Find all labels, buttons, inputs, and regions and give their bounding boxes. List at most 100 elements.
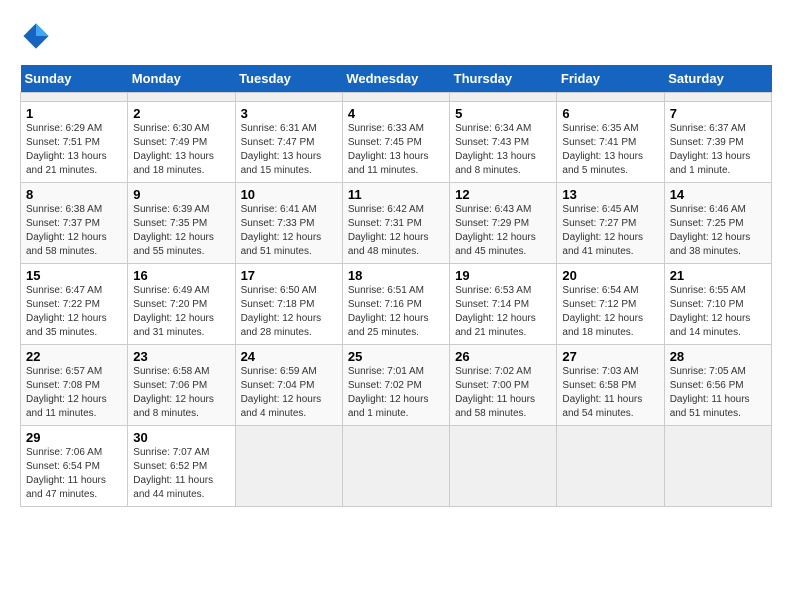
- day-detail: Sunrise: 7:01 AM Sunset: 7:02 PM Dayligh…: [348, 365, 444, 421]
- day-detail: Sunrise: 6:33 AM Sunset: 7:45 PM Dayligh…: [348, 122, 444, 178]
- calendar-cell: 4Sunrise: 6:33 AM Sunset: 7:45 PM Daylig…: [342, 102, 449, 183]
- day-number: 9: [133, 187, 229, 202]
- day-number: 4: [348, 106, 444, 121]
- day-detail: Sunrise: 6:51 AM Sunset: 7:16 PM Dayligh…: [348, 284, 444, 340]
- day-number: 25: [348, 349, 444, 364]
- day-detail: Sunrise: 6:29 AM Sunset: 7:51 PM Dayligh…: [26, 122, 122, 178]
- calendar-cell: [342, 93, 449, 102]
- logo: [20, 28, 50, 55]
- day-number: 8: [26, 187, 122, 202]
- calendar-cell: 20Sunrise: 6:54 AM Sunset: 7:12 PM Dayli…: [557, 264, 664, 345]
- day-number: 20: [562, 268, 658, 283]
- calendar-cell: [235, 426, 342, 507]
- day-detail: Sunrise: 7:06 AM Sunset: 6:54 PM Dayligh…: [26, 446, 122, 502]
- day-number: 14: [670, 187, 766, 202]
- calendar-cell: 30Sunrise: 7:07 AM Sunset: 6:52 PM Dayli…: [128, 426, 235, 507]
- day-detail: Sunrise: 6:45 AM Sunset: 7:27 PM Dayligh…: [562, 203, 658, 259]
- day-number: 19: [455, 268, 551, 283]
- day-number: 13: [562, 187, 658, 202]
- day-detail: Sunrise: 6:39 AM Sunset: 7:35 PM Dayligh…: [133, 203, 229, 259]
- calendar-cell: 22Sunrise: 6:57 AM Sunset: 7:08 PM Dayli…: [21, 345, 128, 426]
- calendar-cell: 2Sunrise: 6:30 AM Sunset: 7:49 PM Daylig…: [128, 102, 235, 183]
- day-number: 21: [670, 268, 766, 283]
- calendar-cell: 3Sunrise: 6:31 AM Sunset: 7:47 PM Daylig…: [235, 102, 342, 183]
- logo-icon: [22, 22, 50, 50]
- day-number: 10: [241, 187, 337, 202]
- day-number: 28: [670, 349, 766, 364]
- day-detail: Sunrise: 6:54 AM Sunset: 7:12 PM Dayligh…: [562, 284, 658, 340]
- calendar-cell: 21Sunrise: 6:55 AM Sunset: 7:10 PM Dayli…: [664, 264, 771, 345]
- calendar-week-row: 15Sunrise: 6:47 AM Sunset: 7:22 PM Dayli…: [21, 264, 772, 345]
- day-detail: Sunrise: 6:34 AM Sunset: 7:43 PM Dayligh…: [455, 122, 551, 178]
- day-detail: Sunrise: 6:57 AM Sunset: 7:08 PM Dayligh…: [26, 365, 122, 421]
- day-number: 6: [562, 106, 658, 121]
- calendar-cell: 7Sunrise: 6:37 AM Sunset: 7:39 PM Daylig…: [664, 102, 771, 183]
- day-detail: Sunrise: 6:38 AM Sunset: 7:37 PM Dayligh…: [26, 203, 122, 259]
- day-number: 18: [348, 268, 444, 283]
- calendar-cell: [664, 426, 771, 507]
- day-number: 22: [26, 349, 122, 364]
- weekday-header: Sunday: [21, 65, 128, 93]
- day-detail: Sunrise: 6:47 AM Sunset: 7:22 PM Dayligh…: [26, 284, 122, 340]
- day-detail: Sunrise: 7:02 AM Sunset: 7:00 PM Dayligh…: [455, 365, 551, 421]
- day-detail: Sunrise: 6:50 AM Sunset: 7:18 PM Dayligh…: [241, 284, 337, 340]
- calendar-cell: [235, 93, 342, 102]
- calendar-cell: [450, 426, 557, 507]
- calendar-cell: 17Sunrise: 6:50 AM Sunset: 7:18 PM Dayli…: [235, 264, 342, 345]
- day-detail: Sunrise: 6:30 AM Sunset: 7:49 PM Dayligh…: [133, 122, 229, 178]
- calendar-cell: 27Sunrise: 7:03 AM Sunset: 6:58 PM Dayli…: [557, 345, 664, 426]
- calendar-table: SundayMondayTuesdayWednesdayThursdayFrid…: [20, 65, 772, 507]
- calendar-cell: 1Sunrise: 6:29 AM Sunset: 7:51 PM Daylig…: [21, 102, 128, 183]
- weekday-header: Saturday: [664, 65, 771, 93]
- calendar-cell: [21, 93, 128, 102]
- calendar-week-row: [21, 93, 772, 102]
- day-number: 26: [455, 349, 551, 364]
- calendar-cell: 15Sunrise: 6:47 AM Sunset: 7:22 PM Dayli…: [21, 264, 128, 345]
- day-number: 17: [241, 268, 337, 283]
- day-detail: Sunrise: 6:37 AM Sunset: 7:39 PM Dayligh…: [670, 122, 766, 178]
- day-detail: Sunrise: 6:31 AM Sunset: 7:47 PM Dayligh…: [241, 122, 337, 178]
- weekday-header-row: SundayMondayTuesdayWednesdayThursdayFrid…: [21, 65, 772, 93]
- calendar-cell: [342, 426, 449, 507]
- day-number: 2: [133, 106, 229, 121]
- day-number: 12: [455, 187, 551, 202]
- day-detail: Sunrise: 7:03 AM Sunset: 6:58 PM Dayligh…: [562, 365, 658, 421]
- calendar-cell: [450, 93, 557, 102]
- day-number: 23: [133, 349, 229, 364]
- day-number: 29: [26, 430, 122, 445]
- day-number: 1: [26, 106, 122, 121]
- day-detail: Sunrise: 6:55 AM Sunset: 7:10 PM Dayligh…: [670, 284, 766, 340]
- calendar-cell: 5Sunrise: 6:34 AM Sunset: 7:43 PM Daylig…: [450, 102, 557, 183]
- day-number: 27: [562, 349, 658, 364]
- calendar-cell: 18Sunrise: 6:51 AM Sunset: 7:16 PM Dayli…: [342, 264, 449, 345]
- day-detail: Sunrise: 6:58 AM Sunset: 7:06 PM Dayligh…: [133, 365, 229, 421]
- day-detail: Sunrise: 6:53 AM Sunset: 7:14 PM Dayligh…: [455, 284, 551, 340]
- weekday-header: Monday: [128, 65, 235, 93]
- calendar-week-row: 8Sunrise: 6:38 AM Sunset: 7:37 PM Daylig…: [21, 183, 772, 264]
- day-detail: Sunrise: 6:49 AM Sunset: 7:20 PM Dayligh…: [133, 284, 229, 340]
- calendar-week-row: 1Sunrise: 6:29 AM Sunset: 7:51 PM Daylig…: [21, 102, 772, 183]
- page-header: [20, 20, 772, 55]
- day-number: 5: [455, 106, 551, 121]
- calendar-cell: [128, 93, 235, 102]
- calendar-cell: 29Sunrise: 7:06 AM Sunset: 6:54 PM Dayli…: [21, 426, 128, 507]
- weekday-header: Friday: [557, 65, 664, 93]
- day-detail: Sunrise: 6:35 AM Sunset: 7:41 PM Dayligh…: [562, 122, 658, 178]
- calendar-cell: 8Sunrise: 6:38 AM Sunset: 7:37 PM Daylig…: [21, 183, 128, 264]
- weekday-header: Tuesday: [235, 65, 342, 93]
- calendar-cell: [557, 426, 664, 507]
- calendar-cell: 19Sunrise: 6:53 AM Sunset: 7:14 PM Dayli…: [450, 264, 557, 345]
- day-number: 24: [241, 349, 337, 364]
- calendar-cell: 12Sunrise: 6:43 AM Sunset: 7:29 PM Dayli…: [450, 183, 557, 264]
- day-number: 16: [133, 268, 229, 283]
- day-detail: Sunrise: 6:42 AM Sunset: 7:31 PM Dayligh…: [348, 203, 444, 259]
- day-detail: Sunrise: 6:59 AM Sunset: 7:04 PM Dayligh…: [241, 365, 337, 421]
- day-number: 30: [133, 430, 229, 445]
- calendar-cell: 14Sunrise: 6:46 AM Sunset: 7:25 PM Dayli…: [664, 183, 771, 264]
- weekday-header: Wednesday: [342, 65, 449, 93]
- day-detail: Sunrise: 6:43 AM Sunset: 7:29 PM Dayligh…: [455, 203, 551, 259]
- day-number: 11: [348, 187, 444, 202]
- calendar-week-row: 22Sunrise: 6:57 AM Sunset: 7:08 PM Dayli…: [21, 345, 772, 426]
- day-detail: Sunrise: 7:07 AM Sunset: 6:52 PM Dayligh…: [133, 446, 229, 502]
- calendar-cell: 9Sunrise: 6:39 AM Sunset: 7:35 PM Daylig…: [128, 183, 235, 264]
